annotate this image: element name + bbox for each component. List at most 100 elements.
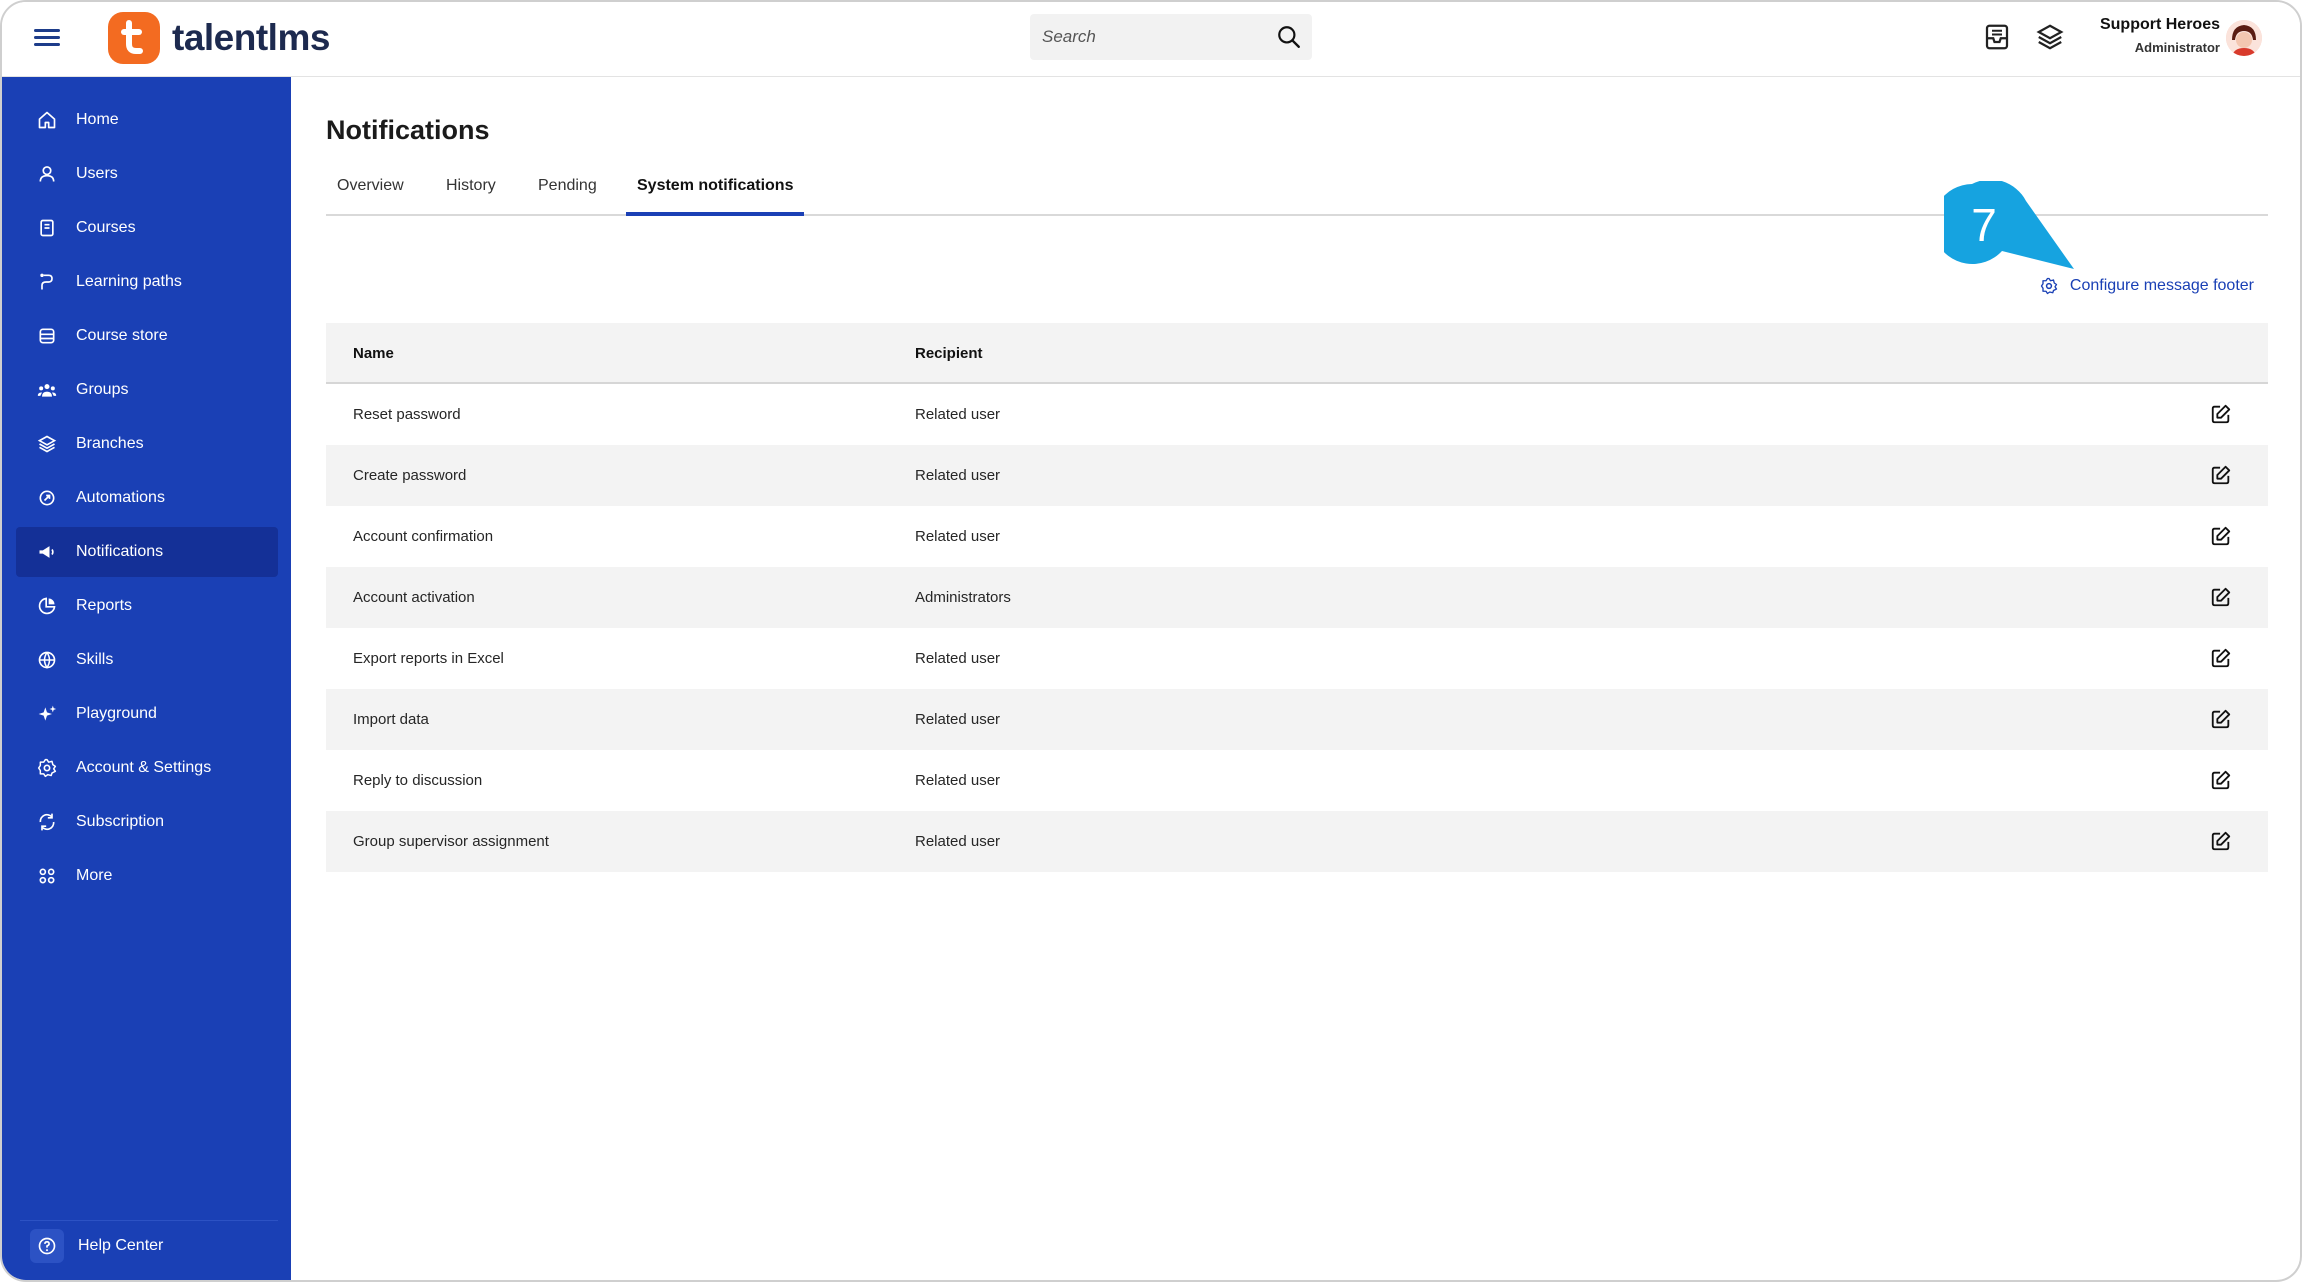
row-name: Export reports in Excel xyxy=(353,650,504,667)
sidebar-item-course-store[interactable]: Course store xyxy=(16,311,278,361)
row-recipient: Related user xyxy=(915,772,1001,789)
user-role: Administrator xyxy=(2134,40,2220,55)
sidebar-item-home[interactable]: Home xyxy=(16,95,278,145)
table-row[interactable]: Group supervisor assignment Related user xyxy=(326,811,2268,872)
row-recipient: Related user xyxy=(915,833,1001,850)
edit-icon[interactable] xyxy=(2210,647,2232,669)
row-recipient: Administrators xyxy=(915,589,1011,606)
sidebar-item-label: Learning paths xyxy=(76,273,182,290)
header-recipient[interactable]: Recipient xyxy=(915,345,983,362)
table-row[interactable]: Account confirmation Related user xyxy=(326,506,2268,567)
help-icon xyxy=(30,1228,64,1263)
row-name: Create password xyxy=(353,467,467,484)
gear-icon xyxy=(2040,277,2058,295)
sidebar-item-label: Course store xyxy=(76,327,168,344)
sidebar-item-subscription[interactable]: Subscription xyxy=(16,797,278,847)
search-box xyxy=(1030,14,1312,60)
table-row[interactable]: Export reports in Excel Related user xyxy=(326,628,2268,689)
sidebar-item-label: Automations xyxy=(76,489,165,506)
subscription-icon xyxy=(36,811,58,833)
table-row[interactable]: Account activation Administrators xyxy=(326,567,2268,628)
megaphone-icon xyxy=(36,541,58,563)
logo[interactable]: talentlms xyxy=(108,11,330,65)
sidebar-item-label: Notifications xyxy=(76,543,164,560)
row-name: Account confirmation xyxy=(353,528,494,545)
row-recipient: Related user xyxy=(915,711,1001,728)
tab-pending[interactable]: Pending xyxy=(527,173,608,216)
edit-icon[interactable] xyxy=(2210,708,2232,730)
path-icon xyxy=(36,271,58,293)
sidebar: Home Users Courses Learning paths Course… xyxy=(2,77,291,1280)
sidebar-item-learning-paths[interactable]: Learning paths xyxy=(16,257,278,307)
skills-icon xyxy=(36,649,58,671)
edit-icon[interactable] xyxy=(2210,403,2232,425)
row-name: Group supervisor assignment xyxy=(353,833,549,850)
sidebar-item-label: Groups xyxy=(76,381,129,398)
sidebar-item-label: More xyxy=(76,867,113,884)
edit-icon[interactable] xyxy=(2210,525,2232,547)
automation-icon xyxy=(36,487,58,509)
sidebar-item-label: Account & Settings xyxy=(76,759,212,776)
store-icon xyxy=(36,325,58,347)
table-body: Reset password Related user Create passw… xyxy=(326,384,2268,872)
sidebar-item-label: Courses xyxy=(76,219,136,236)
gear-icon xyxy=(36,757,58,779)
row-recipient: Related user xyxy=(915,528,1001,545)
logo-t-icon xyxy=(121,20,143,54)
avatar-image xyxy=(2226,20,2262,56)
header-name[interactable]: Name xyxy=(353,345,394,362)
sidebar-item-courses[interactable]: Courses xyxy=(16,203,278,253)
configure-footer-link[interactable]: Configure message footer xyxy=(2040,277,2254,295)
edit-icon[interactable] xyxy=(2210,769,2232,791)
sidebar-item-more[interactable]: More xyxy=(16,851,278,901)
sidebar-item-reports[interactable]: Reports xyxy=(16,581,278,631)
sidebar-item-label: Playground xyxy=(76,705,157,722)
role-switch-icon[interactable] xyxy=(2035,22,2065,52)
tab-history[interactable]: History xyxy=(435,173,507,216)
app-window: talentlms Support Heroes Administrator xyxy=(0,0,2302,1282)
row-recipient: Related user xyxy=(915,650,1001,667)
row-name: Reply to discussion xyxy=(353,772,483,789)
sidebar-item-label: Subscription xyxy=(76,813,165,830)
row-recipient: Related user xyxy=(915,467,1001,484)
help-center-label: Help Center xyxy=(78,1236,164,1254)
user-name: Support Heroes xyxy=(2099,16,2220,33)
menu-icon[interactable] xyxy=(34,26,60,50)
logo-mark xyxy=(108,12,160,64)
sidebar-item-label: Branches xyxy=(76,435,144,452)
sidebar-item-groups[interactable]: Groups xyxy=(16,365,278,415)
sidebar-item-account-settings[interactable]: Account & Settings xyxy=(16,743,278,793)
table-row[interactable]: Reply to discussion Related user xyxy=(326,750,2268,811)
search-input[interactable] xyxy=(1042,27,1272,47)
top-bar: talentlms Support Heroes Administrator xyxy=(2,2,2300,77)
layers-icon xyxy=(36,433,58,455)
sidebar-item-label: Skills xyxy=(76,651,114,668)
inbox-icon[interactable] xyxy=(1982,22,2012,52)
help-center-link[interactable]: Help Center xyxy=(20,1220,278,1270)
sidebar-item-notifications[interactable]: Notifications xyxy=(16,527,278,577)
search-icon[interactable] xyxy=(1276,24,1302,50)
sidebar-item-users[interactable]: Users xyxy=(16,149,278,199)
sidebar-item-branches[interactable]: Branches xyxy=(16,419,278,469)
sidebar-item-automations[interactable]: Automations xyxy=(16,473,278,523)
step-callout: 7 xyxy=(1944,181,2074,269)
sidebar-item-label: Home xyxy=(76,111,119,128)
avatar[interactable] xyxy=(2226,20,2262,56)
edit-icon[interactable] xyxy=(2210,464,2232,486)
table-row[interactable]: Reset password Related user xyxy=(326,384,2268,445)
table-header: Name Recipient xyxy=(326,323,2268,384)
table-row[interactable]: Import data Related user xyxy=(326,689,2268,750)
groups-icon xyxy=(36,379,58,401)
page-title: Notifications xyxy=(326,115,490,145)
user-info[interactable]: Support Heroes Administrator xyxy=(2100,16,2220,55)
table-row[interactable]: Create password Related user xyxy=(326,445,2268,506)
sidebar-item-playground[interactable]: Playground xyxy=(16,689,278,739)
tab-overview[interactable]: Overview xyxy=(326,173,415,216)
grid-icon xyxy=(36,865,58,887)
row-name: Import data xyxy=(353,711,429,728)
tab-system-notifications[interactable]: System notifications xyxy=(626,173,805,216)
edit-icon[interactable] xyxy=(2210,830,2232,852)
book-icon xyxy=(36,217,58,239)
sidebar-item-skills[interactable]: Skills xyxy=(16,635,278,685)
edit-icon[interactable] xyxy=(2210,586,2232,608)
